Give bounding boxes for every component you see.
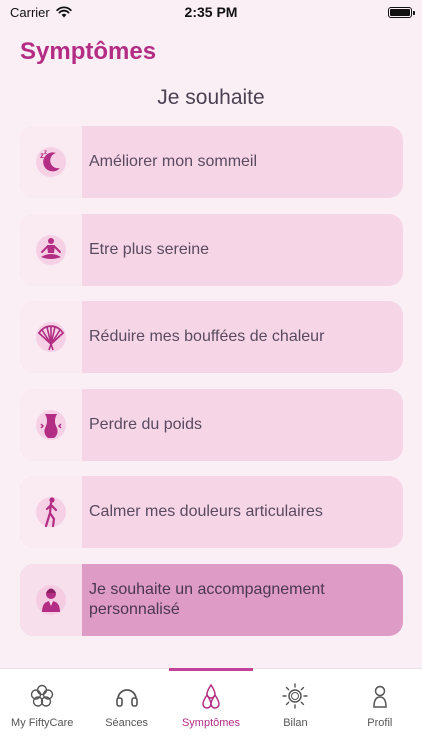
symptom-list: z z Améliorer mon sommeil Etre plus sere…	[20, 126, 403, 651]
tab-seances[interactable]: Séances	[84, 669, 168, 750]
symptom-item-sleep[interactable]: z z Améliorer mon sommeil	[20, 126, 403, 198]
tab-label: Bilan	[283, 717, 308, 729]
icon-cell	[20, 476, 82, 548]
tab-bar: My FiftyCare Séances Symptômes Bilan Pro…	[0, 668, 422, 750]
tab-label: Séances	[105, 717, 149, 729]
tab-label: Symptômes	[181, 717, 241, 729]
tab-my-fiftycare[interactable]: My FiftyCare	[0, 669, 84, 750]
tab-profil[interactable]: Profil	[338, 669, 422, 750]
symptom-item-serene[interactable]: Etre plus sereine	[20, 213, 403, 286]
symptom-label: Calmer mes douleurs articulaires	[89, 503, 323, 520]
icon-cell	[20, 301, 82, 373]
profile-icon	[373, 685, 387, 708]
svg-text:z: z	[44, 150, 47, 156]
battery-icon	[388, 6, 415, 18]
symptom-item-hot-flashes[interactable]: Réduire mes bouffées de chaleur	[20, 301, 403, 373]
coach-icon	[36, 584, 66, 615]
icon-cell	[20, 563, 82, 636]
waist-icon	[36, 409, 66, 440]
sun-icon	[282, 683, 309, 709]
tab-symptomes[interactable]: Symptômes	[168, 668, 254, 750]
headphones-icon	[115, 689, 138, 707]
symptom-label: Etre plus sereine	[89, 240, 210, 258]
flower-icon	[31, 684, 54, 707]
status-left: Carrier	[10, 5, 72, 20]
carrier-label: Carrier	[10, 4, 50, 20]
symptom-label: Je souhaite un accompagnement personnali…	[89, 580, 325, 618]
joint-pain-icon	[36, 497, 66, 528]
wifi-icon	[56, 6, 72, 18]
status-bar: Carrier 2:35 PM	[0, 0, 422, 24]
symptom-label: Améliorer mon sommeil	[89, 153, 258, 170]
icon-cell: z z	[20, 126, 82, 198]
sleep-moon-icon: z z	[36, 147, 66, 177]
tab-bilan[interactable]: Bilan	[253, 669, 337, 750]
fan-icon	[36, 322, 66, 352]
page-title: Symptômes	[20, 38, 157, 65]
section-subtitle: Je souhaite	[157, 86, 265, 109]
drops-icon	[202, 683, 220, 709]
icon-cell	[20, 213, 82, 286]
symptom-item-weight[interactable]: Perdre du poids	[20, 388, 403, 461]
symptom-label: Perdre du poids	[89, 415, 202, 433]
tab-label: Profil	[367, 717, 393, 729]
meditation-icon	[36, 234, 66, 265]
symptom-label: Réduire mes bouffées de chaleur	[89, 328, 325, 345]
tab-label: My FiftyCare	[11, 717, 74, 729]
personalized-coaching-item[interactable]: Je souhaite un accompagnement personnali…	[20, 563, 403, 636]
icon-cell	[20, 388, 82, 461]
status-time: 2:35 PM	[184, 4, 238, 20]
symptom-item-joint-pain[interactable]: Calmer mes douleurs articulaires	[20, 476, 403, 548]
